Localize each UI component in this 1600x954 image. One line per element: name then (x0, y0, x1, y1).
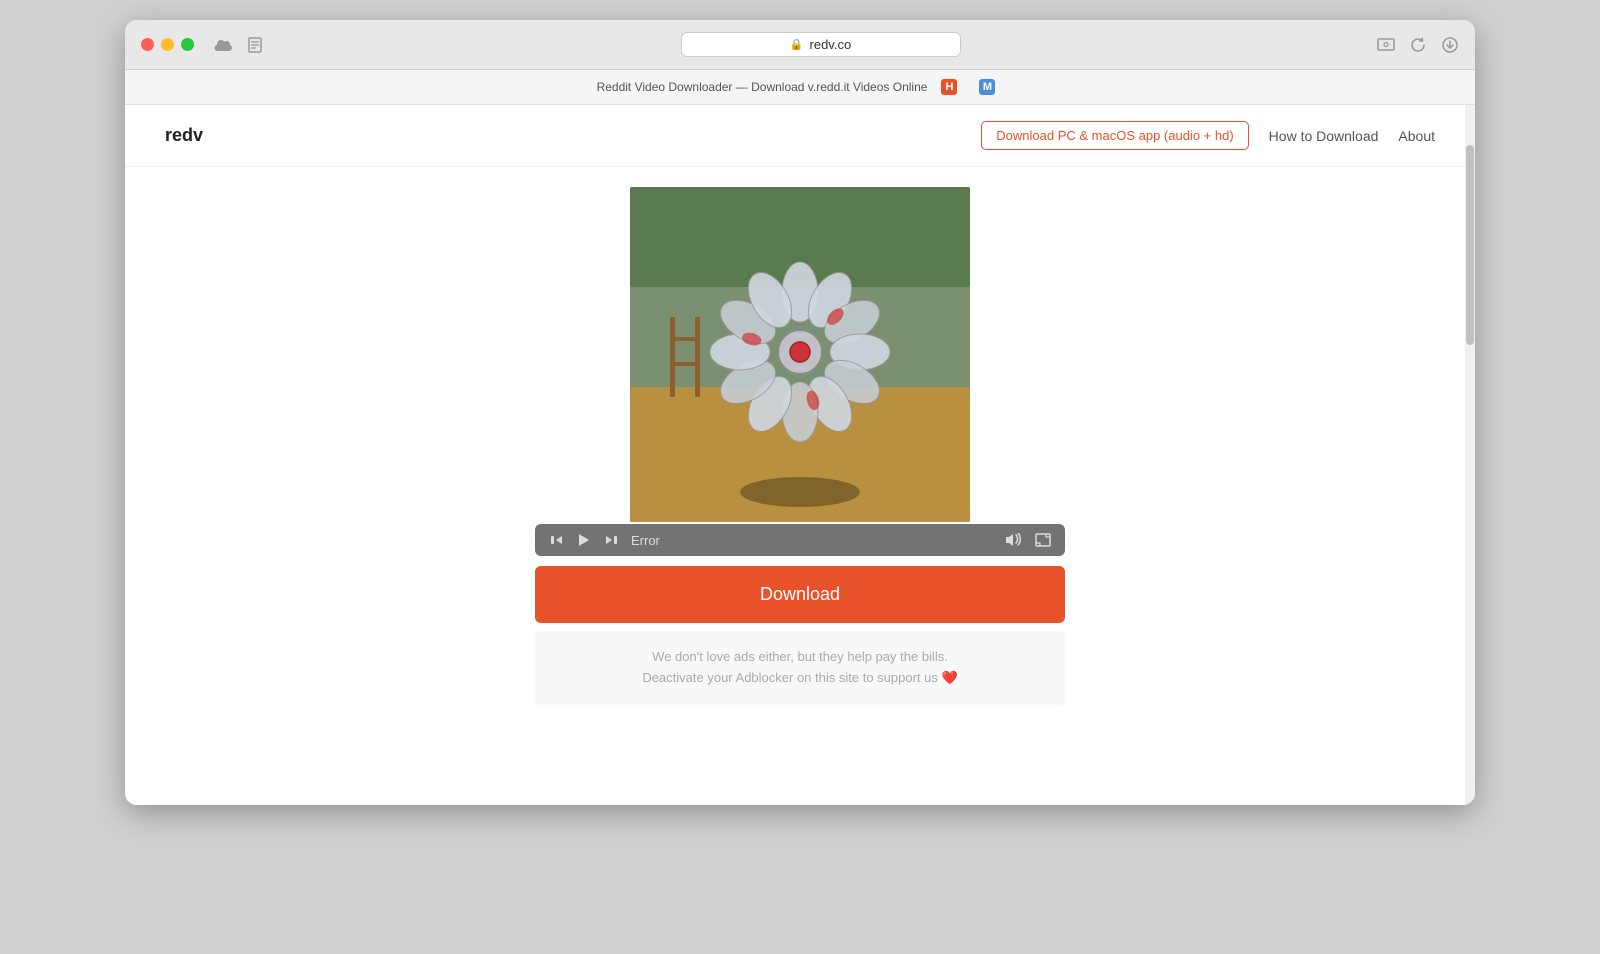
main-content: Error (125, 167, 1475, 745)
video-status: Error (631, 533, 993, 548)
cloud-icon[interactable] (214, 36, 232, 54)
fullscreen-button[interactable] (1035, 533, 1051, 547)
app-download-button[interactable]: Download PC & macOS app (audio + hd) (981, 121, 1248, 150)
bookmark-h[interactable]: H (933, 76, 965, 98)
minimize-button[interactable] (161, 38, 174, 51)
rewind-button[interactable] (549, 532, 565, 548)
m-bookmark-icon: M (979, 79, 995, 95)
about-link[interactable]: About (1398, 128, 1435, 144)
controls-right (1005, 533, 1051, 547)
traffic-lights (141, 38, 194, 51)
address-bar-area: 🔒 redv.co (276, 32, 1365, 57)
address-bar[interactable]: 🔒 redv.co (681, 32, 961, 57)
site-logo: redv (165, 125, 203, 146)
page-content: redv Download PC & macOS app (audio + hd… (125, 105, 1475, 805)
download-button[interactable]: Download (535, 566, 1065, 623)
volume-button[interactable] (1005, 533, 1023, 547)
adblocker-line2: Deactivate your Adblocker on this site t… (551, 668, 1049, 689)
note-icon[interactable] (246, 36, 264, 54)
tab-bar-subtitle: Reddit Video Downloader — Download v.red… (597, 80, 928, 94)
site-nav: redv Download PC & macOS app (audio + hd… (125, 105, 1475, 167)
video-controls-bar: Error (535, 524, 1065, 556)
browser-window: 🔒 redv.co (125, 20, 1475, 805)
url-text: redv.co (810, 37, 852, 52)
scrollbar-thumb[interactable] (1466, 145, 1474, 345)
video-image (630, 187, 970, 522)
adblocker-notice: We don't love ads either, but they help … (535, 631, 1065, 705)
bookmark-m[interactable]: M (971, 76, 1003, 98)
nav-links: Download PC & macOS app (audio + hd) How… (981, 121, 1435, 150)
refresh-icon[interactable] (1409, 36, 1427, 54)
how-to-download-link[interactable]: How to Download (1269, 128, 1379, 144)
maximize-button[interactable] (181, 38, 194, 51)
right-toolbar (1377, 36, 1459, 54)
bookmarks-bar: Reddit Video Downloader — Download v.red… (125, 70, 1475, 105)
download-toolbar-icon[interactable] (1441, 36, 1459, 54)
forward-button[interactable] (603, 532, 619, 548)
scrollbar[interactable] (1465, 105, 1475, 805)
lock-icon: 🔒 (790, 38, 804, 51)
close-button[interactable] (141, 38, 154, 51)
titlebar: 🔒 redv.co (125, 20, 1475, 70)
toolbar-left-icons (214, 36, 264, 54)
adblocker-line1: We don't love ads either, but they help … (551, 647, 1049, 668)
play-button[interactable] (577, 532, 591, 548)
video-thumbnail (630, 187, 970, 522)
cast-icon[interactable] (1377, 36, 1395, 54)
h-bookmark-icon: H (941, 79, 957, 95)
